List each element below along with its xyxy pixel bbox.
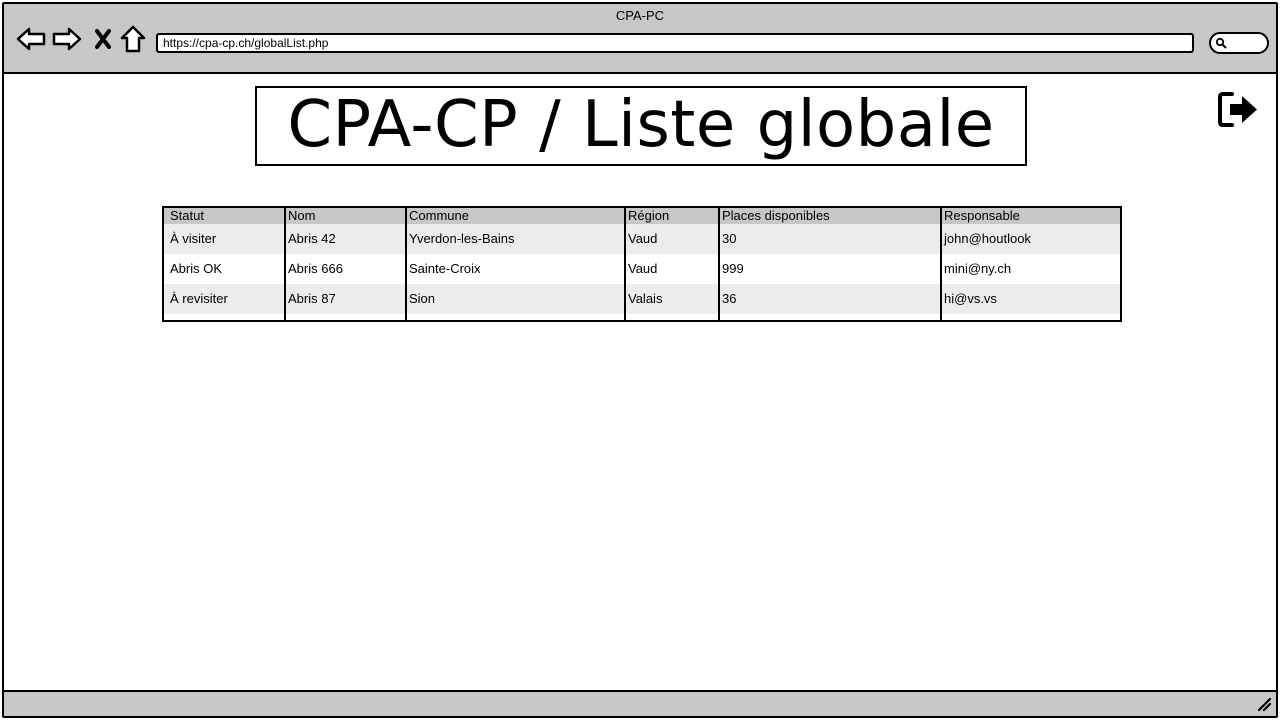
browser-window: CPA-PC https://cpa-cp.ch/globalList.php — [2, 2, 1278, 718]
browser-toolbar: CPA-PC https://cpa-cp.ch/globalList.php — [4, 4, 1276, 74]
cell-nom: Abris 42 — [284, 224, 406, 254]
filler-cell — [405, 314, 625, 321]
cell-statut: Abris OK — [163, 254, 285, 284]
cell-responsable: mini@ny.ch — [940, 254, 1121, 284]
cell-commune: Sainte-Croix — [405, 254, 625, 284]
filler-cell — [624, 314, 719, 321]
table-header-row: Statut Nom Commune Région Places disponi… — [163, 207, 1121, 224]
cell-commune: Yverdon-les-Bains — [405, 224, 625, 254]
table-filler-row — [163, 314, 1121, 321]
table-row[interactable]: À revisiter Abris 87 Sion Valais 36 hi@v… — [163, 284, 1121, 314]
column-header-region[interactable]: Région — [624, 207, 719, 224]
home-icon — [120, 25, 146, 53]
cell-region: Vaud — [624, 254, 719, 284]
filler-cell — [284, 314, 406, 321]
cell-region: Vaud — [624, 224, 719, 254]
column-header-nom[interactable]: Nom — [284, 207, 406, 224]
cell-commune: Sion — [405, 284, 625, 314]
cell-places: 999 — [718, 254, 941, 284]
stop-button[interactable] — [88, 24, 118, 54]
filler-cell — [940, 314, 1121, 321]
status-bar — [4, 690, 1276, 716]
cell-responsable: john@houtlook — [940, 224, 1121, 254]
filler-cell — [718, 314, 941, 321]
column-header-places[interactable]: Places disponibles — [718, 207, 941, 224]
cell-region: Valais — [624, 284, 719, 314]
column-header-commune[interactable]: Commune — [405, 207, 625, 224]
resize-grip-icon[interactable] — [1256, 696, 1272, 712]
column-header-statut[interactable]: Statut — [163, 207, 285, 224]
search-icon — [1215, 37, 1227, 49]
cell-places: 36 — [718, 284, 941, 314]
logout-icon — [1218, 92, 1257, 127]
arrow-right-icon — [52, 27, 82, 51]
back-button[interactable] — [16, 24, 46, 54]
cell-statut: À revisiter — [163, 284, 285, 314]
home-button[interactable] — [118, 24, 148, 54]
cell-responsable: hi@vs.vs — [940, 284, 1121, 314]
cell-nom: Abris 666 — [284, 254, 406, 284]
cell-nom: Abris 87 — [284, 284, 406, 314]
column-header-responsable[interactable]: Responsable — [940, 207, 1121, 224]
window-title: CPA-PC — [615, 8, 665, 23]
cell-statut: À visiter — [163, 224, 285, 254]
global-list-table: Statut Nom Commune Région Places disponi… — [162, 206, 1122, 322]
close-icon — [95, 29, 111, 49]
logout-button[interactable] — [1216, 89, 1262, 131]
search-input[interactable] — [1209, 32, 1269, 54]
arrow-left-icon — [16, 27, 46, 51]
table-row[interactable]: À visiter Abris 42 Yverdon-les-Bains Vau… — [163, 224, 1121, 254]
forward-button[interactable] — [52, 24, 82, 54]
page-title: CPA-CP / Liste globale — [255, 86, 1027, 166]
cell-places: 30 — [718, 224, 941, 254]
url-input[interactable]: https://cpa-cp.ch/globalList.php — [156, 33, 1194, 53]
filler-cell — [163, 314, 285, 321]
table-row[interactable]: Abris OK Abris 666 Sainte-Croix Vaud 999… — [163, 254, 1121, 284]
